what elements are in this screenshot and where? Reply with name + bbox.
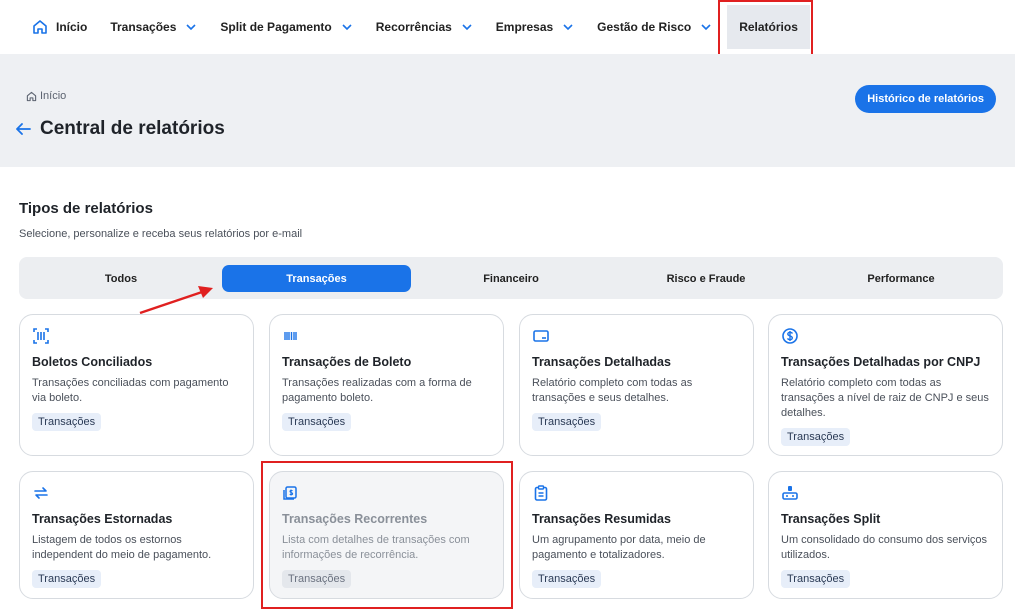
- card-tag: Transações: [532, 570, 602, 588]
- nav-home-label: Início: [56, 20, 88, 34]
- card-icon: [533, 330, 549, 342]
- history-button[interactable]: Histórico de relatórios: [855, 85, 996, 113]
- page-header: Início Central de relatórios Histórico d…: [0, 54, 1015, 167]
- card-title: Transações Detalhadas por CNPJ: [781, 355, 981, 369]
- card-description: Relatório completo com todas as transaçõ…: [532, 377, 693, 404]
- chevron-down-icon: [563, 24, 573, 31]
- chevron-down-icon: [342, 24, 352, 31]
- nav-home[interactable]: Início: [32, 19, 87, 35]
- nav-split[interactable]: Split de Pagamento: [220, 20, 352, 34]
- card-tag: Transações: [32, 413, 102, 431]
- report-card-transacoes-estornadas[interactable]: Transações Estornadas Listagem de todos …: [19, 471, 254, 599]
- report-card-transacoes-boleto[interactable]: Transações de Boleto Transações realizad…: [269, 314, 504, 456]
- nav-empresas[interactable]: Empresas: [496, 20, 573, 34]
- report-card-detalhadas-cnpj[interactable]: Transações Detalhadas por CNPJ Relatório…: [768, 314, 1003, 456]
- home-icon: [33, 20, 47, 34]
- dollar-circle-icon: [782, 328, 798, 344]
- chevron-down-icon: [462, 24, 472, 31]
- page-title-text: Central de relatórios: [40, 118, 225, 139]
- card-title: Transações Detalhadas: [532, 355, 671, 369]
- nav-transacoes[interactable]: Transações: [110, 20, 196, 34]
- nav-relatorios[interactable]: Relatórios: [727, 5, 810, 49]
- breadcrumb-label: Início: [40, 90, 67, 102]
- card-tag: Transações: [532, 413, 602, 431]
- breadcrumb[interactable]: Início: [26, 90, 66, 102]
- barcode-scan-icon: [33, 328, 49, 344]
- card-description: Lista com detalhes de transações com inf…: [282, 534, 470, 561]
- report-card-transacoes-split[interactable]: Transações Split Um consolidado do consu…: [768, 471, 1003, 599]
- card-description: Listagem de todos os estornos independen…: [32, 534, 212, 561]
- card-description: Relatório completo com todas as transaçõ…: [781, 377, 989, 419]
- card-tag: Transações: [282, 570, 352, 588]
- report-card-boletos-conciliados[interactable]: Boletos Conciliados Transações conciliad…: [19, 314, 254, 456]
- nav-gestao-risco[interactable]: Gestão de Risco: [597, 20, 711, 34]
- nav-transacoes-label: Transações: [110, 20, 177, 34]
- card-tag: Transações: [282, 413, 352, 431]
- chevron-down-icon: [701, 24, 711, 31]
- clipboard-icon: [534, 485, 548, 501]
- card-description: Um consolidado do consumo dos serviços u…: [781, 534, 988, 561]
- home-icon: [26, 91, 37, 101]
- annotation-arrow: [139, 286, 213, 315]
- nav-relatorios-label: Relatórios: [739, 20, 798, 34]
- card-title: Transações de Boleto: [282, 355, 412, 369]
- refund-arrows-icon: [34, 487, 48, 499]
- top-nav: Início Transações Split de Pagamento Rec…: [0, 0, 1015, 54]
- back-arrow-icon[interactable]: [15, 122, 31, 136]
- barcode-icon: [284, 332, 297, 340]
- nav-empresas-label: Empresas: [495, 20, 554, 34]
- section-subtitle: Selecione, personalize e receba seus rel…: [19, 228, 303, 240]
- card-description: Transações realizadas com a forma de pag…: [282, 377, 472, 404]
- card-title: Transações Resumidas: [532, 512, 671, 526]
- page-title: Central de relatórios: [15, 118, 225, 140]
- card-description: Um agrupamento por data, meio de pagamen…: [532, 534, 706, 561]
- recurring-money-icon: [283, 486, 297, 500]
- report-card-transacoes-resumidas[interactable]: Transações Resumidas Um agrupamento por …: [519, 471, 754, 599]
- report-card-transacoes-detalhadas[interactable]: Transações Detalhadas Relatório completo…: [519, 314, 754, 456]
- card-tag: Transações: [32, 570, 102, 588]
- card-title: Transações Recorrentes: [282, 512, 428, 526]
- tab-performance[interactable]: Performance: [807, 265, 995, 292]
- card-title: Boletos Conciliados: [32, 355, 153, 369]
- card-title: Transações Split: [781, 512, 881, 526]
- card-tag: Transações: [781, 570, 851, 588]
- chevron-down-icon: [186, 24, 196, 31]
- card-title: Transações Estornadas: [32, 512, 173, 526]
- tab-transacoes[interactable]: Transações: [222, 265, 411, 292]
- card-description: Transações conciliadas com pagamento via…: [32, 377, 229, 404]
- report-card-transacoes-recorrentes[interactable]: Transações Recorrentes Lista com detalhe…: [269, 471, 504, 599]
- split-icon: [782, 486, 798, 500]
- nav-gestao-risco-label: Gestão de Risco: [597, 20, 692, 34]
- nav-recorrencias[interactable]: Recorrências: [376, 20, 472, 34]
- nav-split-label: Split de Pagamento: [220, 20, 332, 34]
- section-title: Tipos de relatórios: [19, 200, 153, 217]
- card-tag: Transações: [781, 428, 851, 446]
- nav-recorrencias-label: Recorrências: [375, 20, 452, 34]
- tab-financeiro[interactable]: Financeiro: [417, 265, 605, 292]
- tab-risco-fraude[interactable]: Risco e Fraude: [612, 265, 800, 292]
